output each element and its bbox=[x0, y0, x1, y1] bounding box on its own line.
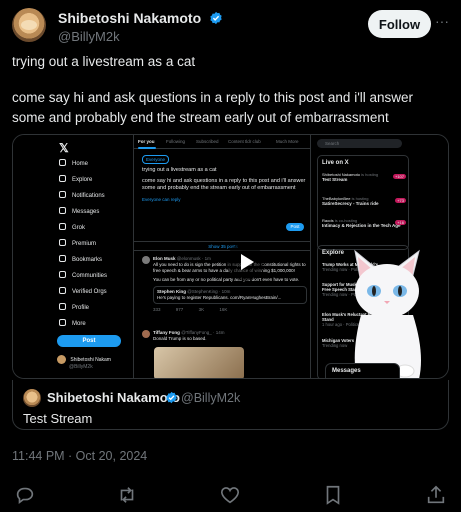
quote-avatar bbox=[23, 389, 41, 407]
video-nav-user: Shibetoshi Nakam @BillyM2k bbox=[57, 355, 111, 370]
video-feed-tabs: For you Following Subscribed Content tld… bbox=[134, 135, 312, 149]
play-button-icon[interactable] bbox=[226, 243, 264, 281]
more-options-icon[interactable]: ··· bbox=[435, 14, 449, 30]
video-nav-item: Explore bbox=[59, 175, 92, 183]
video-tab: Subscribed bbox=[196, 139, 219, 144]
author-name[interactable]: Shibetoshi Nakamoto bbox=[58, 10, 201, 26]
livestream-video[interactable]: 𝕏 Home Explore Notifications Messages Gr… bbox=[12, 134, 449, 379]
tweet-text-line1: trying out a livestream as a cat bbox=[12, 54, 196, 69]
action-bar bbox=[0, 484, 461, 506]
video-tab: Much More bbox=[276, 139, 299, 144]
video-nav-sidebar: 𝕏 Home Explore Notifications Messages Gr… bbox=[13, 135, 133, 378]
video-nav-item: Home bbox=[59, 159, 88, 167]
video-nav-item: Notifications bbox=[59, 191, 105, 199]
video-nav-item: Communities bbox=[59, 271, 107, 279]
repost-icon[interactable] bbox=[116, 484, 138, 506]
bookmark-icon[interactable] bbox=[322, 484, 344, 506]
author-handle[interactable]: @BillyM2k bbox=[58, 29, 120, 44]
post-timestamp[interactable]: 11:44 PM · Oct 20, 2024 bbox=[12, 449, 147, 463]
video-nav-item: Verified Orgs bbox=[59, 287, 107, 295]
like-icon[interactable] bbox=[219, 484, 241, 506]
video-nav-item: More bbox=[59, 319, 86, 327]
white-cat-avatar bbox=[354, 249, 421, 378]
author-avatar[interactable] bbox=[12, 8, 46, 42]
video-compose: Everyone trying out a livestream as a ca… bbox=[142, 155, 306, 202]
video-feed-post: Tiffany Fong @TiffanyFong_ · 14m Donald … bbox=[142, 330, 307, 342]
tweet-header: Shibetoshi Nakamoto @BillyM2k Follow ··· bbox=[12, 8, 449, 44]
video-nav-item: Grok bbox=[59, 223, 85, 231]
quote-text: Test Stream bbox=[23, 411, 93, 426]
quote-verified-badge-icon bbox=[166, 391, 177, 404]
x-logo-icon: 𝕏 bbox=[59, 141, 69, 155]
video-messages-bar: Messages bbox=[325, 363, 400, 378]
video-nav-item: Bookmarks bbox=[59, 255, 102, 263]
video-audience: Everyone bbox=[142, 155, 170, 164]
video-user-avatar bbox=[57, 355, 66, 364]
quote-author-handle: @BillyM2k bbox=[181, 391, 241, 405]
video-feed: For you Following Subscribed Content tld… bbox=[133, 135, 312, 378]
verified-badge-icon bbox=[209, 11, 222, 25]
video-tab: For you bbox=[138, 139, 155, 144]
video-nav-item: Premium bbox=[59, 239, 96, 247]
video-nav-item: Profile bbox=[59, 303, 89, 311]
author-name-row[interactable]: Shibetoshi Nakamoto bbox=[58, 10, 223, 28]
share-icon[interactable] bbox=[425, 484, 447, 506]
video-tab: Content tldr club bbox=[228, 139, 261, 144]
video-post-image bbox=[154, 347, 244, 378]
video-show-posts: Show 35 posts bbox=[134, 241, 312, 251]
video-tab: Following bbox=[166, 139, 186, 144]
video-nav-post-button: Post bbox=[57, 335, 121, 347]
video-compose-post: Post bbox=[286, 223, 304, 231]
video-feed-post: Elon Musk @elonmusk · 1m All you need to… bbox=[142, 256, 307, 313]
quoted-post-card[interactable]: Shibetoshi Nakamoto @BillyM2k Test Strea… bbox=[12, 380, 449, 430]
video-live-panel: Live on X Shibetoshi Nakamoto is hosting… bbox=[317, 155, 409, 250]
video-reply-setting: Everyone can reply bbox=[142, 197, 181, 202]
video-search: Search bbox=[317, 139, 402, 148]
video-nav-item: Messages bbox=[59, 207, 99, 215]
follow-button[interactable]: Follow bbox=[368, 10, 431, 38]
quote-author-name: Shibetoshi Nakamoto bbox=[47, 390, 180, 405]
tweet-text-line2: come say hi and ask questions in a reply… bbox=[12, 90, 414, 125]
reply-icon[interactable] bbox=[14, 484, 36, 506]
